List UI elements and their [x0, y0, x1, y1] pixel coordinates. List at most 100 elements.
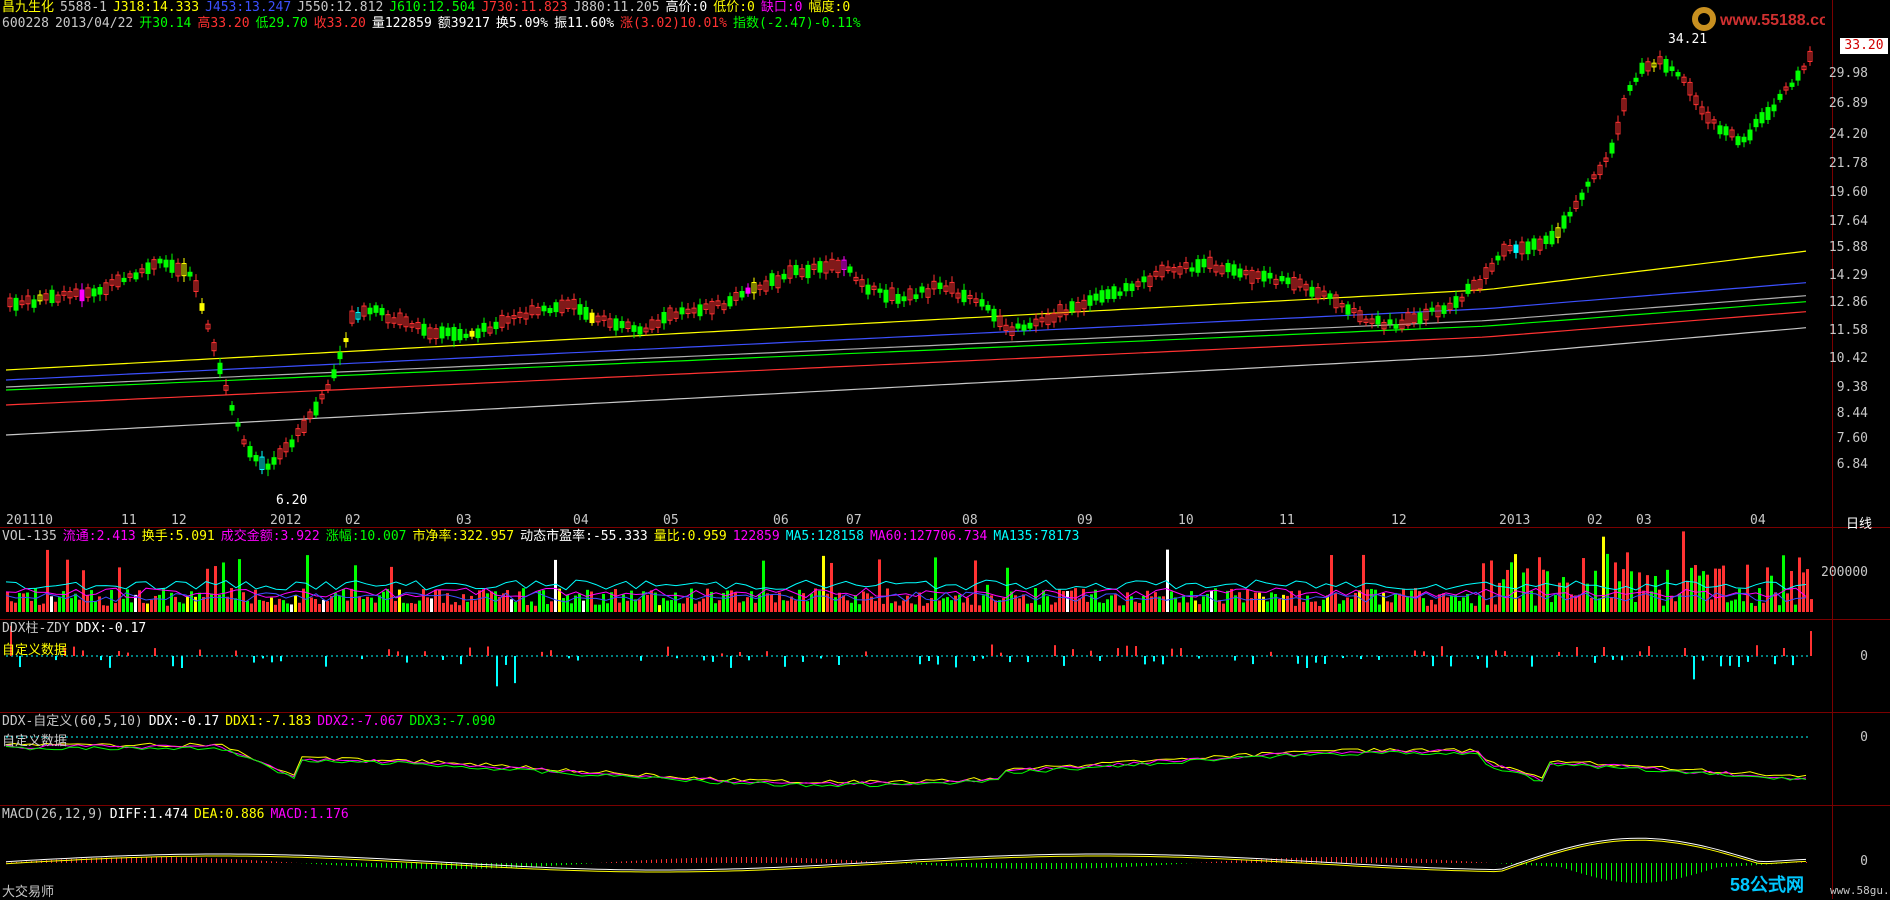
- volume-bar: [1626, 552, 1629, 612]
- volume-bar: [214, 566, 217, 612]
- ddx-bar: [928, 656, 930, 661]
- volume-bar: [1066, 591, 1069, 612]
- volume-bar: [1254, 593, 1257, 612]
- macd-bar: [811, 858, 812, 863]
- macd-bar: [1236, 860, 1237, 863]
- candle-body: [476, 329, 480, 338]
- volume-bar: [922, 606, 925, 612]
- ddx-bar: [1306, 656, 1308, 668]
- volume-bar: [430, 598, 433, 612]
- candle-body: [1760, 113, 1764, 123]
- candle-body: [494, 322, 498, 328]
- ddx-bar-title[interactable]: DDX柱-ZDY: [2, 621, 70, 636]
- volume-bar: [6, 592, 9, 612]
- macd-bar: [1716, 863, 1717, 868]
- ddx-bar: [1072, 649, 1074, 656]
- volume-bar: [54, 602, 57, 612]
- candle-body: [1112, 287, 1116, 299]
- macd-bar: [831, 859, 832, 863]
- candle-body: [1124, 284, 1128, 291]
- candle-body: [1346, 305, 1350, 314]
- ddx-bar: [739, 652, 741, 656]
- macd-bar: [1386, 858, 1387, 863]
- volume-bar: [666, 601, 669, 612]
- candle-body: [1772, 105, 1776, 111]
- moving-average-line: [6, 312, 1806, 405]
- ddx-bar: [1684, 648, 1686, 656]
- macd-macd: MACD:1.176: [270, 807, 348, 822]
- ddx-bar: [487, 646, 489, 656]
- macd-bar: [451, 863, 452, 869]
- macd-bar: [611, 862, 612, 863]
- candle-body: [1310, 287, 1314, 296]
- macd-bar: [346, 863, 347, 866]
- macd-bar: [1171, 863, 1172, 864]
- candle-body: [1766, 108, 1770, 120]
- volume-bar: [946, 597, 949, 612]
- volume-bar: [158, 595, 161, 612]
- volume-bar: [1074, 588, 1077, 612]
- volume-bar: [818, 591, 821, 612]
- macd-bar: [1226, 861, 1227, 863]
- volume-bar: [1162, 596, 1165, 612]
- macd-bar: [251, 860, 252, 863]
- candle-body: [1664, 60, 1668, 73]
- volume-bar: [1630, 571, 1633, 612]
- candle-body: [1676, 73, 1680, 76]
- candle-body: [1550, 231, 1554, 243]
- volume-bar: [1810, 599, 1813, 612]
- candle-body: [1454, 297, 1458, 308]
- volume-bar: [1518, 598, 1521, 612]
- candle-body: [848, 267, 852, 272]
- macd-bar: [576, 863, 577, 864]
- vol-pb: 市净率:322.957: [413, 529, 515, 544]
- ddx-bar: [1648, 646, 1650, 656]
- candle-body: [1376, 316, 1380, 324]
- macd-bar: [61, 859, 62, 863]
- macd-bar: [366, 863, 367, 867]
- macd-bar: [271, 861, 272, 863]
- ddx-bar: [325, 656, 327, 667]
- macd-bar: [1021, 863, 1022, 869]
- candle-body: [728, 297, 732, 306]
- ddx-line-ddx3: DDX3:-7.090: [409, 714, 495, 729]
- volume-bar: [594, 605, 597, 612]
- macd-bar: [136, 857, 137, 863]
- ddx-line-title[interactable]: DDX-自定义(60,5,10): [2, 714, 143, 729]
- candle-body: [740, 292, 744, 297]
- macd-bar: [661, 859, 662, 863]
- macd-bar: [1336, 857, 1337, 863]
- volume-bar: [822, 556, 825, 612]
- ddx-bar: [1324, 656, 1326, 664]
- ddx-bar: [1144, 656, 1146, 664]
- vol-title[interactable]: VOL-135: [2, 529, 57, 544]
- volume-bar: [706, 589, 709, 612]
- macd-bar: [551, 863, 552, 866]
- price-tick-label: 24.20: [1808, 127, 1868, 142]
- macd-title[interactable]: MACD(26,12,9): [2, 807, 104, 822]
- volume-bar: [1318, 606, 1321, 612]
- separator-ddx-ddxline: [0, 712, 1890, 713]
- candle-body: [1628, 86, 1632, 91]
- moving-average-line: [6, 296, 1806, 387]
- volume-bar: [682, 604, 685, 612]
- volume-bar: [1386, 601, 1389, 612]
- macd-bar: [356, 863, 357, 866]
- macd-bar: [161, 857, 162, 863]
- volume-bar: [854, 595, 857, 612]
- macd-bar: [331, 863, 332, 865]
- macd-bar: [1656, 863, 1657, 882]
- volume-bar: [242, 592, 245, 612]
- macd-bar: [1686, 863, 1687, 877]
- volume-bar: [550, 601, 553, 612]
- macd-bar: [351, 863, 352, 866]
- period-label[interactable]: 日线: [1846, 513, 1872, 532]
- ddx-bar: [1450, 656, 1452, 666]
- macd-bar: [171, 857, 172, 863]
- ddx-bar: [955, 656, 957, 667]
- j318-value: J318:14.333: [113, 0, 199, 15]
- volume-bar: [830, 563, 833, 612]
- volume-bar: [882, 604, 885, 612]
- macd-bar: [856, 861, 857, 863]
- macd-bar: [141, 857, 142, 863]
